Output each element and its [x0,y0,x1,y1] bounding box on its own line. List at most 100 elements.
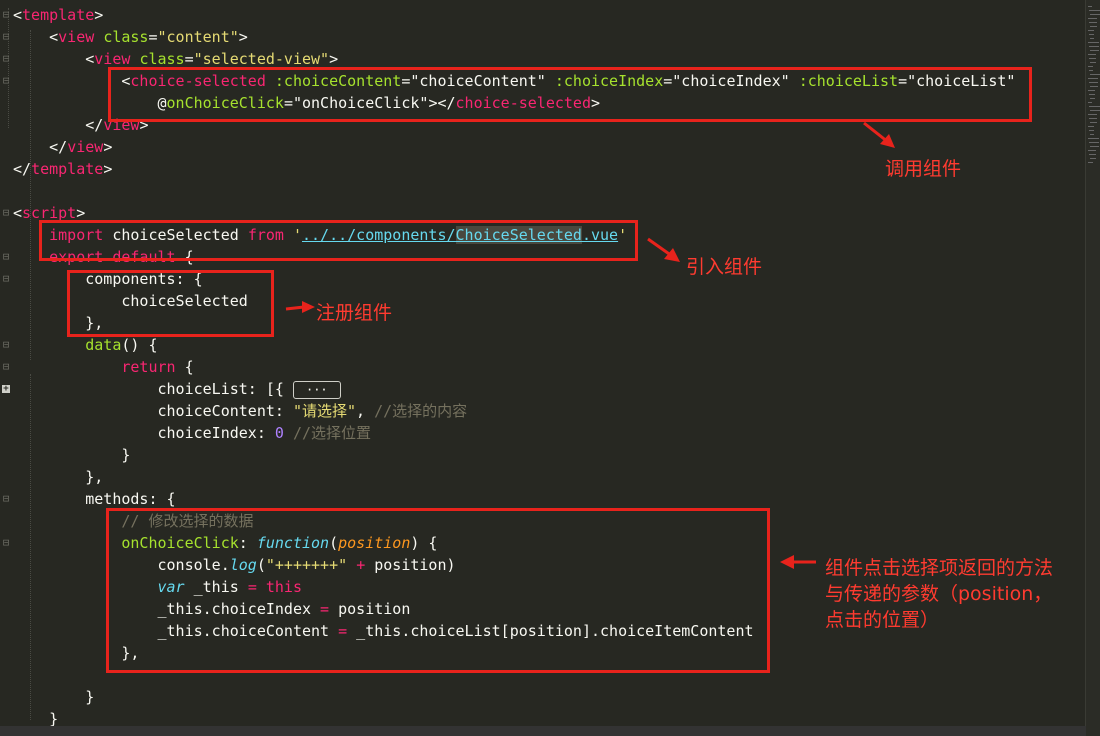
fold-toggle-icon[interactable]: ⊟ [1,4,11,26]
code-token: > [329,50,339,68]
code-line[interactable]: choiceIndex: 0 //选择位置 [13,422,1088,444]
arrow-icon [647,237,680,262]
indent-guide [30,374,31,720]
code-token: </ [85,116,104,134]
code-line[interactable]: </view> [13,136,1088,158]
minimap-line [1090,50,1099,51]
code-token: { [175,358,194,376]
minimap-line [1088,90,1095,91]
horizontal-scrollbar[interactable] [0,726,1086,736]
editor-gutter: ⊟ ⊟ ⊟ ⊟ ⊟ ⊟ ⊟ ⊟ ⊟ ⊟ ⊟ + [0,0,14,736]
minimap-line [1090,74,1100,75]
minimap-line [1088,114,1097,115]
minimap-line [1090,146,1099,147]
fold-toggle-icon[interactable]: ⊟ [1,70,11,92]
code-token: }, [13,468,104,486]
code-line[interactable]: } [13,686,1088,708]
fold-toggle-icon[interactable]: ⊟ [1,48,11,70]
minimap-line [1090,86,1098,87]
fold-toggle-icon[interactable]: ⊟ [1,488,11,510]
code-token: > [238,28,248,46]
code-token: data [85,336,122,354]
minimap-line [1088,42,1099,43]
fold-toggle-icon[interactable]: ⊟ [1,26,11,48]
code-token: class [103,28,149,46]
code-token: template [31,160,104,178]
code-token: > [103,138,113,156]
code-line[interactable]: return { [13,356,1088,378]
minimap-line [1088,150,1096,151]
minimap-line [1090,38,1094,39]
highlight-box-call-component [108,67,1032,122]
minimap-line [1089,34,1094,35]
code-token: 0 [274,424,284,442]
code-line[interactable]: <template> [13,4,1088,26]
code-token: < [13,204,23,222]
code-token: choiceIndex: [13,424,275,442]
fold-toggle-icon[interactable]: ⊟ [1,356,11,378]
minimap-line [1089,10,1100,11]
minimap-line [1090,134,1094,135]
code-line[interactable] [13,180,1088,202]
minimap-line [1090,26,1097,27]
code-line[interactable]: }, [13,466,1088,488]
fold-toggle-icon[interactable]: ⊟ [1,532,11,554]
annotation-import-component: 引入组件 [686,256,763,278]
code-token: return [121,358,176,376]
code-token: template [22,6,95,24]
code-token: </ [13,160,32,178]
fold-toggle-icon[interactable]: ⊟ [1,334,11,356]
highlight-box-callback [106,508,770,673]
code-line[interactable]: <view class="content"> [13,26,1088,48]
code-token: < [85,50,95,68]
expand-fold-icon[interactable]: + [2,385,10,394]
folded-code-button[interactable]: ··· [292,380,341,399]
minimap-line [1088,54,1096,55]
code-line[interactable]: methods: { [13,488,1088,510]
minimap-line [1088,66,1093,67]
code-token: class [139,50,185,68]
minimap[interactable] [1085,0,1100,736]
code-token: > [94,6,104,24]
minimap-line [1090,62,1096,63]
code-token: choiceList: [{ [13,380,293,398]
minimap-line [1089,22,1097,23]
code-token: view [67,138,104,156]
indent-guide [8,8,9,128]
minimap-line [1090,98,1095,99]
annotation-callback-note: 组件点击选择项返回的方法 与传递的参数（position， 点击的位置） [825,557,1054,631]
highlight-box-register [67,270,274,337]
minimap-line [1090,14,1100,15]
minimap-line [1089,46,1099,47]
minimap-line [1088,102,1092,103]
code-line[interactable]: choiceList: [{ ··· [13,378,1088,400]
code-line[interactable]: data() { [13,334,1088,356]
minimap-line [1089,106,1100,107]
code-token: < [13,6,23,24]
minimap-line [1089,70,1093,71]
minimap-line [1090,110,1100,111]
minimap-line [1088,30,1094,31]
minimap-line [1089,118,1097,119]
minimap-line [1090,122,1097,123]
code-token: = [184,50,194,68]
minimap-line [1088,126,1094,127]
code-token: , [356,402,375,420]
fold-toggle-icon[interactable]: ⊟ [1,246,11,268]
code-token: > [103,160,113,178]
code-line[interactable]: } [13,444,1088,466]
minimap-line [1088,6,1092,7]
code-token: //选择位置 [292,424,372,442]
code-token: "selected-view" [193,50,330,68]
fold-toggle-icon[interactable]: ⊟ [1,202,11,224]
minimap-line [1089,142,1099,143]
code-line[interactable]: choiceContent: "请选择", //选择的内容 [13,400,1088,422]
fold-toggle-icon[interactable]: ⊟ [1,268,11,290]
minimap-line [1088,162,1093,163]
minimap-line [1088,138,1099,139]
